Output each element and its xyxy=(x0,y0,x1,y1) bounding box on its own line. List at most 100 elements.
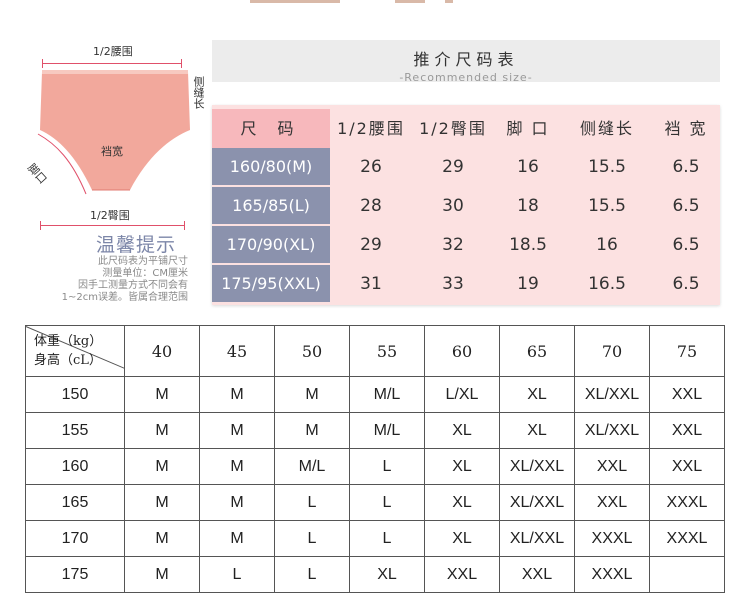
height-row: 165 M M L L XL XL/XXL XXL XXXL xyxy=(25,484,725,521)
size-cell: L xyxy=(274,556,350,593)
crotch-label: 裆宽 xyxy=(101,145,123,158)
size-cell: L xyxy=(199,556,275,593)
weight-header-row: 体重（kg） 身高（cL） 40 45 50 55 60 65 70 75 xyxy=(25,325,725,377)
value-cell: 18 xyxy=(517,196,539,216)
size-cell: XXL xyxy=(649,412,725,449)
header-cell: 1/2腰围 xyxy=(337,119,405,138)
size-label: 170/90(XL) xyxy=(212,226,330,263)
size-cell: XL/XXL xyxy=(499,448,575,485)
height-row: 170 M M L L XL XL/XXL XXXL XXXL xyxy=(25,520,725,557)
size-cell: L xyxy=(349,484,425,521)
weight-cell: 40 xyxy=(124,325,200,377)
corner-height-label: 身高（cL） xyxy=(34,353,102,368)
header-cell: 裆 宽 xyxy=(664,119,708,138)
size-cell: XXXL xyxy=(649,484,725,521)
tips-line: 1~2cm误差。皆属合理范围 xyxy=(61,292,188,303)
size-cell: XL xyxy=(499,412,575,449)
header-cell: 1/2臀围 xyxy=(419,119,487,138)
recommended-header-row: 尺 码 1/2腰围 1/2臀围 脚 口 侧缝长 裆 宽 xyxy=(212,109,720,148)
size-cell: XXL xyxy=(649,448,725,485)
size-cell: M xyxy=(124,376,200,413)
size-cell: XL/XXL xyxy=(574,376,650,413)
size-cell: XL xyxy=(499,376,575,413)
waist-dimension-line xyxy=(42,59,182,68)
size-cell: XL/XXL xyxy=(574,412,650,449)
size-cell: M xyxy=(274,376,350,413)
size-cell: M xyxy=(199,376,275,413)
size-cell: M xyxy=(274,412,350,449)
height-cell: 160 xyxy=(25,448,125,485)
size-cell: XXXL xyxy=(649,520,725,557)
value-cell: 6.5 xyxy=(672,157,700,177)
size-cell: M xyxy=(199,520,275,557)
value-cell: 31 xyxy=(360,274,382,294)
size-cell: L xyxy=(274,484,350,521)
recommended-row: 160/80(M) 26 29 16 15.5 6.5 xyxy=(212,148,720,187)
recommended-size-header: 推介尺码表 -Recommended size- xyxy=(212,40,720,84)
waist-label: 1/2腰围 xyxy=(93,45,133,58)
height-row: 160 M M M/L L XL XL/XXL XXL XXL xyxy=(25,448,725,485)
weight-cell: 55 xyxy=(349,325,425,377)
size-cell: XL/XXL xyxy=(499,484,575,521)
size-cell: M/L xyxy=(349,376,425,413)
size-label: 165/85(L) xyxy=(212,187,330,224)
size-cell: XXXL xyxy=(574,520,650,557)
value-cell: 15.5 xyxy=(588,157,626,177)
weight-height-size-table: 体重（kg） 身高（cL） 40 45 50 55 60 65 70 75 15… xyxy=(25,325,725,593)
header-cell: 脚 口 xyxy=(506,119,550,138)
value-cell: 16.5 xyxy=(588,274,626,294)
size-cell: L/XL xyxy=(424,376,500,413)
size-cell: M xyxy=(199,412,275,449)
value-cell: 26 xyxy=(360,157,382,177)
size-label: 160/80(M) xyxy=(212,148,330,185)
value-cell: 29 xyxy=(442,157,464,177)
height-cell: 165 xyxy=(25,484,125,521)
size-cell: XXXL xyxy=(574,556,650,593)
weight-cell: 45 xyxy=(199,325,275,377)
size-label: 175/95(XXL) xyxy=(212,265,330,302)
tips-title: 温馨提示 xyxy=(96,234,177,256)
header-cell: 侧缝长 xyxy=(579,119,634,138)
size-cell: M xyxy=(124,556,200,593)
size-cell: M xyxy=(124,412,200,449)
tips-line: 测量单位：CM厘米 xyxy=(102,268,188,279)
tips-line: 此尺码表为平铺尺寸 xyxy=(98,256,188,267)
size-cell: L xyxy=(349,448,425,485)
size-cell: M/L xyxy=(349,412,425,449)
garment-diagram: 1/2腰围 侧缝长 裆宽 脚口 1/2臀围 温馨提示 此尺码表为平铺尺寸 测量单… xyxy=(0,30,210,320)
size-cell: M xyxy=(124,484,200,521)
recommended-size-table: 尺 码 1/2腰围 1/2臀围 脚 口 侧缝长 裆 宽 160/80(M) 26… xyxy=(212,105,720,305)
value-cell: 28 xyxy=(360,196,382,216)
weight-cell: 70 xyxy=(574,325,650,377)
size-cell: XL/XXL xyxy=(499,520,575,557)
height-row: 155 M M M M/L XL XL XL/XXL XXL xyxy=(25,412,725,449)
size-cell: L xyxy=(274,520,350,557)
hip-dimension-line xyxy=(40,221,185,230)
size-cell: M xyxy=(124,448,200,485)
value-cell: 18.5 xyxy=(509,235,547,255)
recommended-row: 170/90(XL) 29 32 18.5 16 6.5 xyxy=(212,226,720,265)
height-cell: 175 xyxy=(25,556,125,593)
recommended-row: 175/95(XXL) 31 33 19 16.5 6.5 xyxy=(212,265,720,304)
top-decoration-strip xyxy=(0,0,750,3)
value-cell: 16 xyxy=(517,157,539,177)
size-cell: XXL xyxy=(574,448,650,485)
value-cell: 6.5 xyxy=(672,274,700,294)
size-cell: XL xyxy=(424,484,500,521)
height-row: 175 M L L XL XXL XXL XXXL xyxy=(25,556,725,593)
corner-weight-label: 体重（kg） xyxy=(34,334,103,349)
size-cell xyxy=(649,556,725,593)
value-cell: 16 xyxy=(596,235,618,255)
weight-cell: 60 xyxy=(424,325,500,377)
corner-cell: 体重（kg） 身高（cL） xyxy=(25,325,125,377)
recommended-row: 165/85(L) 28 30 18 15.5 6.5 xyxy=(212,187,720,226)
size-cell: XXL xyxy=(649,376,725,413)
height-cell: 170 xyxy=(25,520,125,557)
size-cell: M xyxy=(199,448,275,485)
tips-line: 因手工测量方式不同会有 xyxy=(78,280,188,291)
value-cell: 6.5 xyxy=(672,196,700,216)
weight-cell: 50 xyxy=(274,325,350,377)
weight-cell: 75 xyxy=(649,325,725,377)
weight-cell: 65 xyxy=(499,325,575,377)
value-cell: 19 xyxy=(517,274,539,294)
